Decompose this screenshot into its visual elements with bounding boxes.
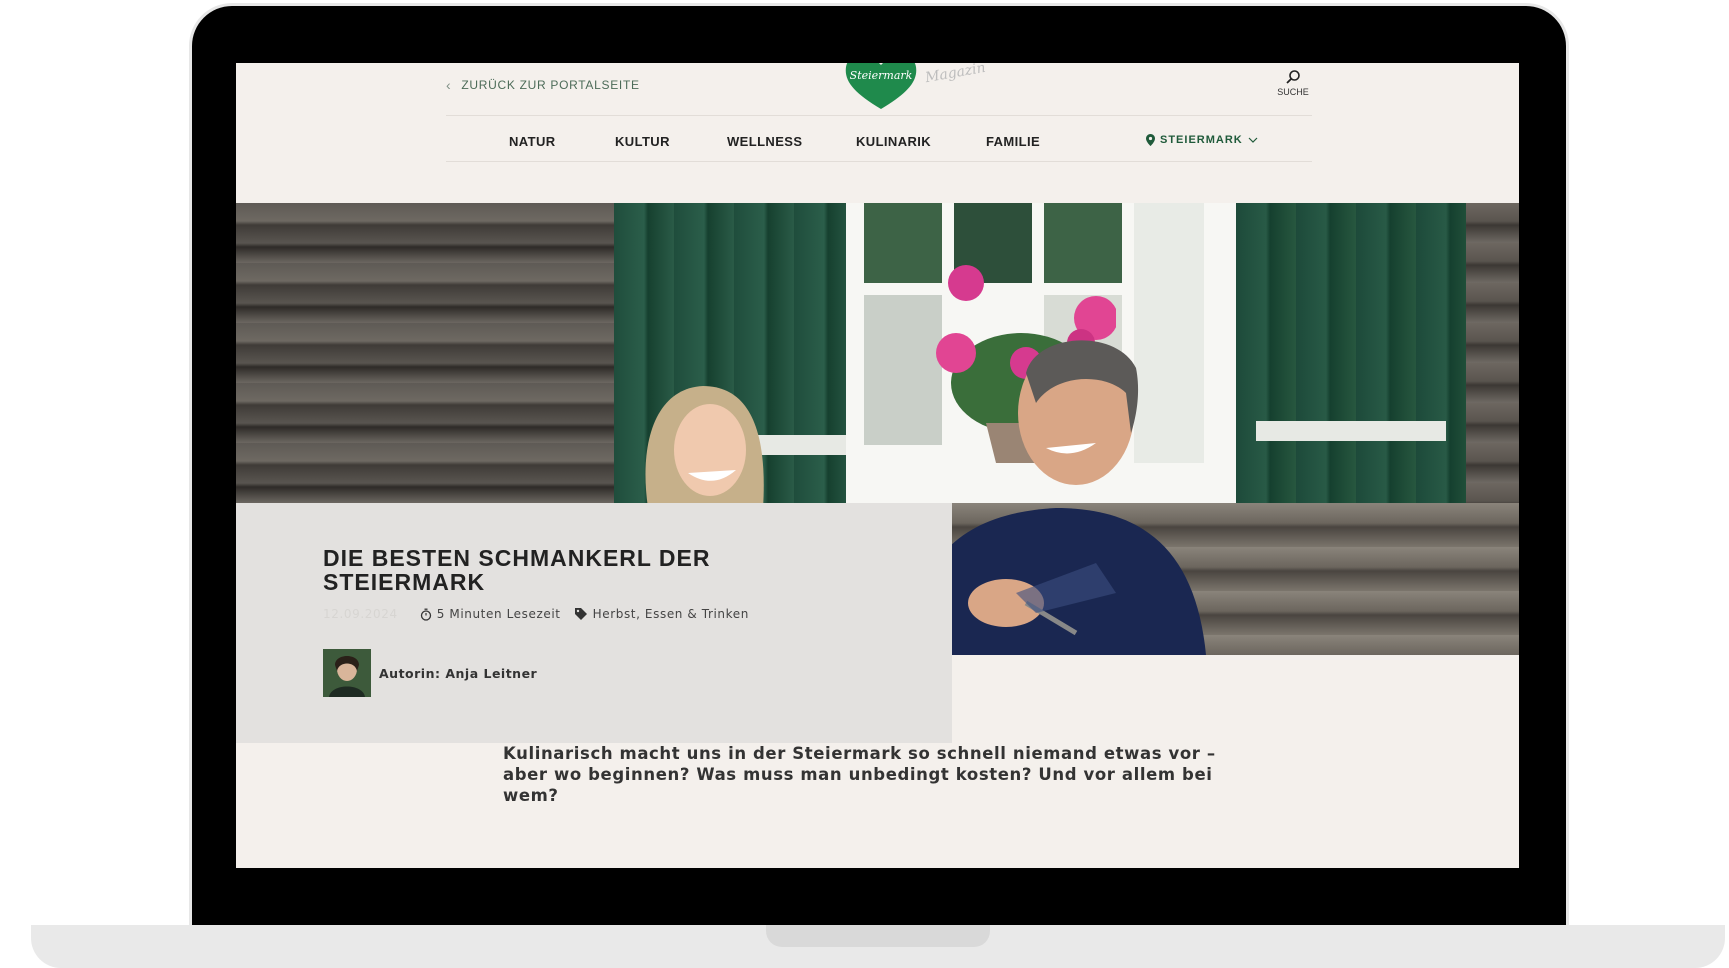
svg-text:Steiermark: Steiermark bbox=[850, 69, 913, 82]
author-avatar bbox=[323, 649, 371, 697]
article-title: DIE BESTEN SCHMANKERL DER STEIERMARK bbox=[323, 546, 883, 594]
read-time-label: 5 Minuten Lesezeit bbox=[436, 607, 561, 621]
search-icon bbox=[1286, 70, 1300, 84]
laptop-notch bbox=[766, 925, 990, 947]
nav-item-kulinarik[interactable]: KULINARIK bbox=[856, 134, 931, 149]
nav-item-familie[interactable]: FAMILIE bbox=[986, 134, 1040, 149]
author-block[interactable]: Autorin: Anja Leitner bbox=[323, 649, 537, 697]
browser-screen: ‹ ZURÜCK ZUR PORTALSEITE Steiermark Maga… bbox=[236, 63, 1519, 868]
author-name: Autorin: Anja Leitner bbox=[379, 665, 538, 681]
region-label: STEIERMARK bbox=[1160, 134, 1243, 146]
location-pin-icon bbox=[1146, 134, 1155, 146]
tag-icon bbox=[574, 608, 587, 620]
logo-magazin: Magazin bbox=[924, 63, 987, 87]
wooden-wall-left bbox=[236, 203, 616, 503]
woman-photo bbox=[645, 386, 764, 508]
tags-label: Herbst, Essen & Trinken bbox=[592, 607, 749, 621]
main-nav: NATUR KULTUR WELLNESS KULINARIK FAMILIE … bbox=[446, 125, 1312, 155]
chevron-left-icon: ‹ bbox=[446, 77, 452, 93]
nav-item-kultur[interactable]: KULTUR bbox=[615, 134, 670, 149]
article-header-card: DIE BESTEN SCHMANKERL DER STEIERMARK 12.… bbox=[236, 503, 952, 743]
back-to-portal-link[interactable]: ‹ ZURÜCK ZUR PORTALSEITE bbox=[446, 77, 640, 93]
nav-divider-top bbox=[446, 115, 1312, 116]
steiermark-logo[interactable]: Steiermark bbox=[844, 63, 918, 111]
back-link-label: ZURÜCK ZUR PORTALSEITE bbox=[461, 78, 640, 92]
search-button[interactable]: SUCHE bbox=[1270, 69, 1316, 97]
article-date: 12.09.2024 bbox=[323, 607, 398, 621]
nav-divider-bottom bbox=[446, 161, 1312, 162]
site-header: ‹ ZURÜCK ZUR PORTALSEITE Steiermark Maga… bbox=[236, 63, 1519, 203]
region-selector[interactable]: STEIERMARK bbox=[1146, 134, 1258, 146]
stopwatch-icon bbox=[420, 608, 431, 621]
article-meta: 12.09.2024 5 Minuten Lesezeit Herbst, Es… bbox=[323, 607, 749, 621]
read-time: 5 Minuten Lesezeit bbox=[420, 607, 561, 621]
article-title-line: STEIERMARK bbox=[323, 569, 486, 595]
nav-item-natur[interactable]: NATUR bbox=[509, 134, 556, 149]
article-title-line: DIE BESTEN SCHMANKERL DER bbox=[323, 545, 711, 571]
nav-item-wellness[interactable]: WELLNESS bbox=[727, 134, 802, 149]
chevron-down-icon bbox=[1248, 137, 1258, 143]
search-label: SUCHE bbox=[1277, 87, 1309, 97]
article-tags[interactable]: Herbst, Essen & Trinken bbox=[574, 607, 749, 621]
article-lead: Kulinarisch macht uns in der Steiermark … bbox=[503, 744, 1216, 805]
